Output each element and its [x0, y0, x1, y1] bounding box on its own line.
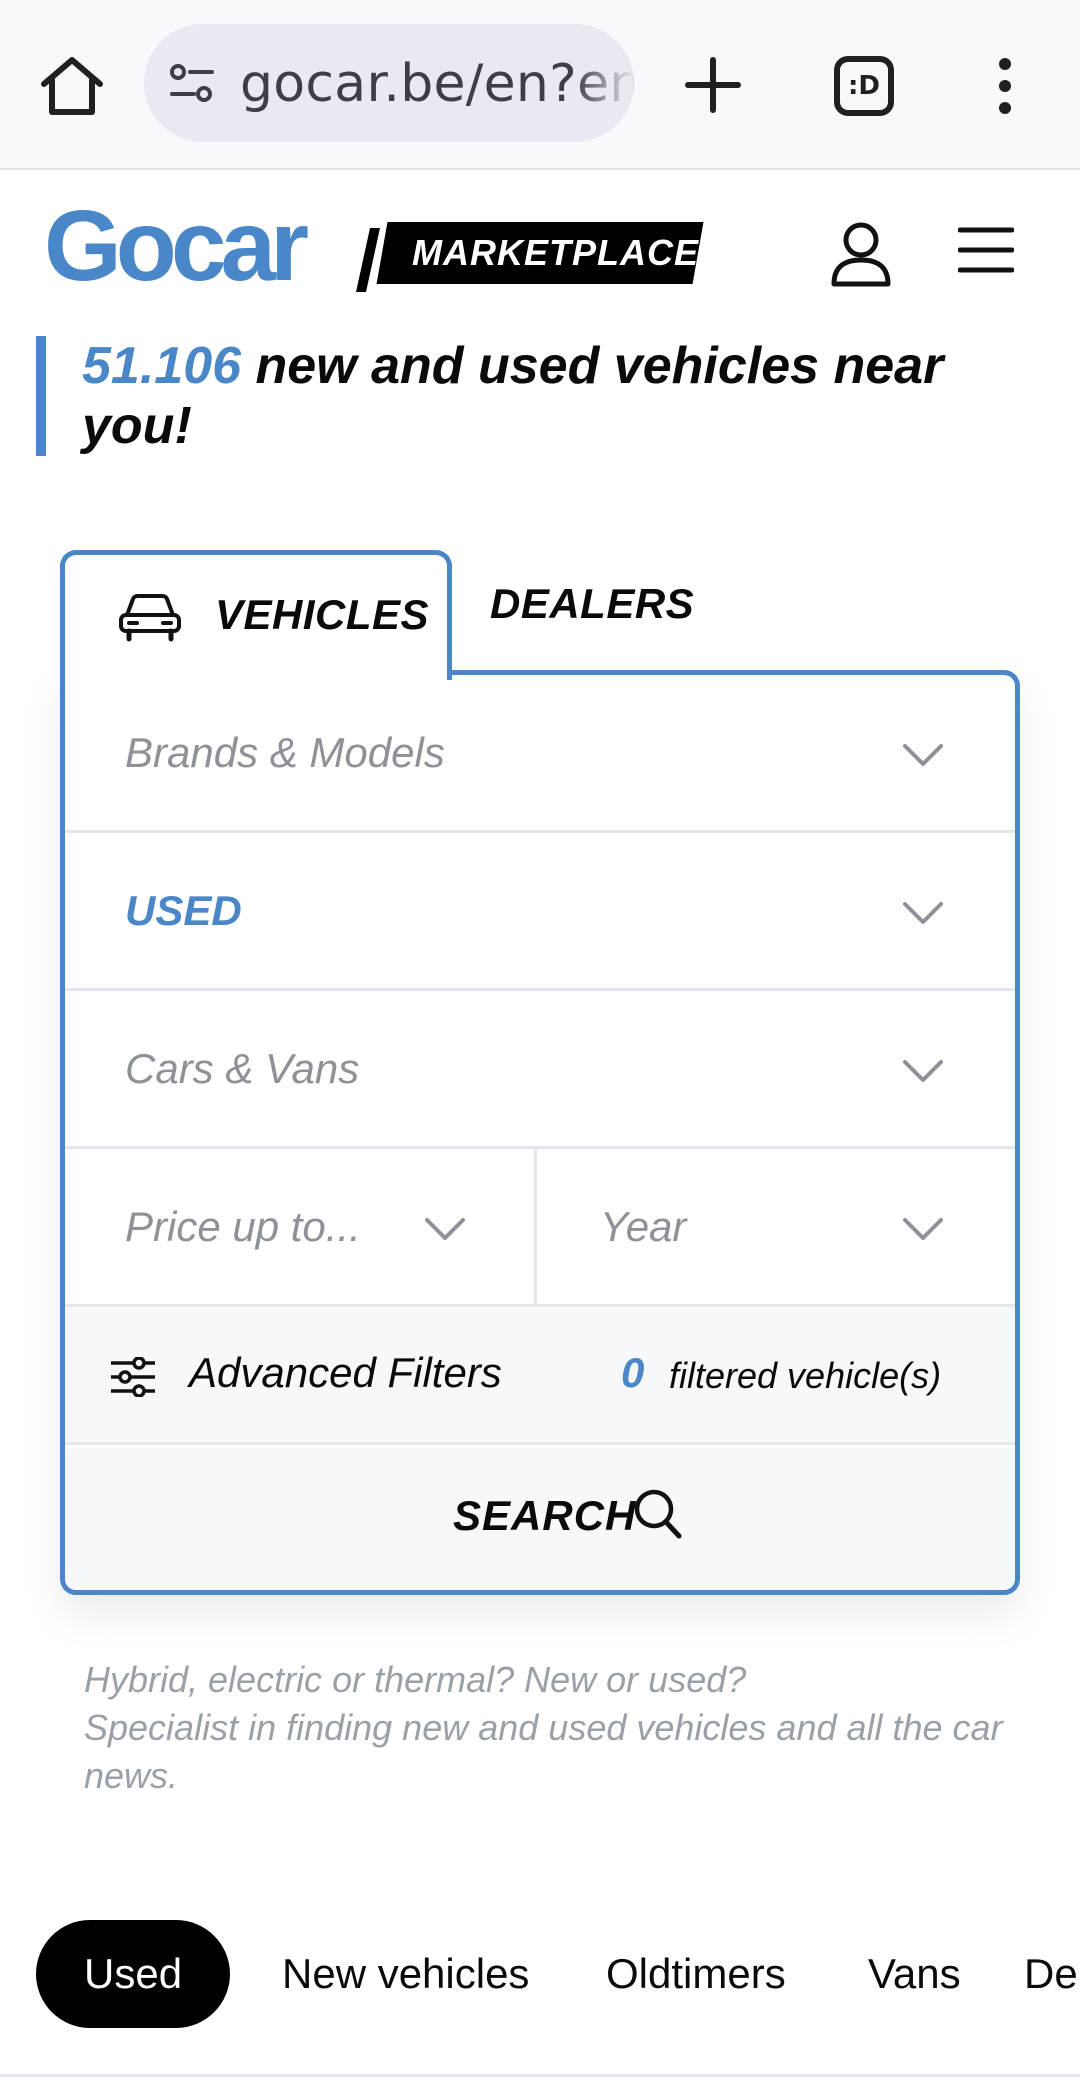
sliders-icon[interactable]: [109, 1357, 157, 1397]
filtered-count: 0: [621, 1349, 645, 1396]
chevron-down-icon: [425, 1218, 465, 1240]
marketplace-badge: MARKETPLACE: [412, 232, 699, 273]
car-icon: [119, 594, 181, 642]
tab-vehicles-label: VEHICLES: [215, 591, 430, 638]
vehicle-type-select[interactable]: Cars & Vans: [65, 991, 1015, 1149]
site-header: Gocar MARKETPLACE: [0, 172, 1080, 332]
vehicle-count: 51.106: [82, 337, 242, 395]
category-chips: Used New vehicles Oldtimers Vans De: [0, 1920, 1080, 2030]
tab-switcher-button[interactable]: :D: [834, 56, 894, 116]
tab-vehicles[interactable]: VEHICLES: [60, 550, 452, 680]
condition-select-value: USED: [125, 887, 242, 934]
price-select[interactable]: Price up to...: [65, 1149, 537, 1307]
description-line-1: Hybrid, electric or thermal? New or used…: [84, 1659, 747, 1700]
advanced-filters-button[interactable]: Advanced Filters: [189, 1349, 502, 1397]
home-icon[interactable]: [36, 50, 108, 122]
advanced-filters-row: Advanced Filters 0 filtered vehicle(s): [65, 1307, 1015, 1445]
vehicle-type-label: Cars & Vans: [125, 1045, 360, 1092]
search-button[interactable]: SEARCH: [65, 1448, 1015, 1590]
search-panel: Brands & Models USED Cars & Vans Price u…: [60, 670, 1020, 1595]
chevron-down-icon: [903, 1218, 943, 1240]
browser-toolbar: gocar.be/en?en :D: [0, 0, 1080, 170]
search-icon: [634, 1489, 682, 1539]
chip-used[interactable]: Used: [36, 1920, 231, 2028]
chevron-down-icon: [903, 1060, 943, 1082]
price-year-row: Price up to... Year: [65, 1149, 1015, 1307]
brands-select-label: Brands & Models: [125, 729, 445, 776]
hamburger-icon[interactable]: [958, 224, 1014, 276]
tab-dealers[interactable]: DEALERS: [490, 580, 694, 628]
chip-new-vehicles[interactable]: New vehicles: [282, 1920, 529, 2028]
tab-switcher-label: :D: [848, 71, 880, 101]
search-widget: VEHICLES DEALERS Brands & Models USED Ca…: [60, 550, 1020, 1600]
chip-oldtimers[interactable]: Oldtimers: [606, 1920, 786, 2028]
site-description: Hybrid, electric or thermal? New or used…: [84, 1656, 1024, 1800]
price-select-label: Price up to...: [125, 1203, 361, 1250]
chevron-down-icon: [903, 744, 943, 766]
chevron-down-icon: [903, 902, 943, 924]
chip-vans[interactable]: Vans: [868, 1920, 961, 2028]
url-fade: [574, 24, 634, 142]
description-line-2: Specialist in finding new and used vehic…: [84, 1707, 1003, 1796]
condition-select[interactable]: USED: [65, 833, 1015, 991]
address-bar[interactable]: gocar.be/en?en: [144, 24, 634, 142]
brands-select[interactable]: Brands & Models: [65, 675, 1015, 833]
chip-more[interactable]: De: [1024, 1920, 1078, 2028]
year-select-label: Year: [600, 1203, 687, 1250]
user-icon[interactable]: [830, 220, 892, 288]
filtered-count-label: filtered vehicle(s): [669, 1355, 942, 1396]
tune-icon[interactable]: [168, 62, 216, 106]
page-headline: 51.106 new and used vehicles near you!: [36, 336, 1046, 456]
gocar-logo[interactable]: Gocar: [44, 196, 309, 296]
plus-icon[interactable]: [680, 52, 746, 118]
search-button-label: SEARCH: [453, 1492, 637, 1539]
year-select[interactable]: Year: [540, 1149, 1015, 1307]
chips-divider: [0, 2074, 1080, 2077]
more-vert-icon[interactable]: [990, 56, 1020, 116]
